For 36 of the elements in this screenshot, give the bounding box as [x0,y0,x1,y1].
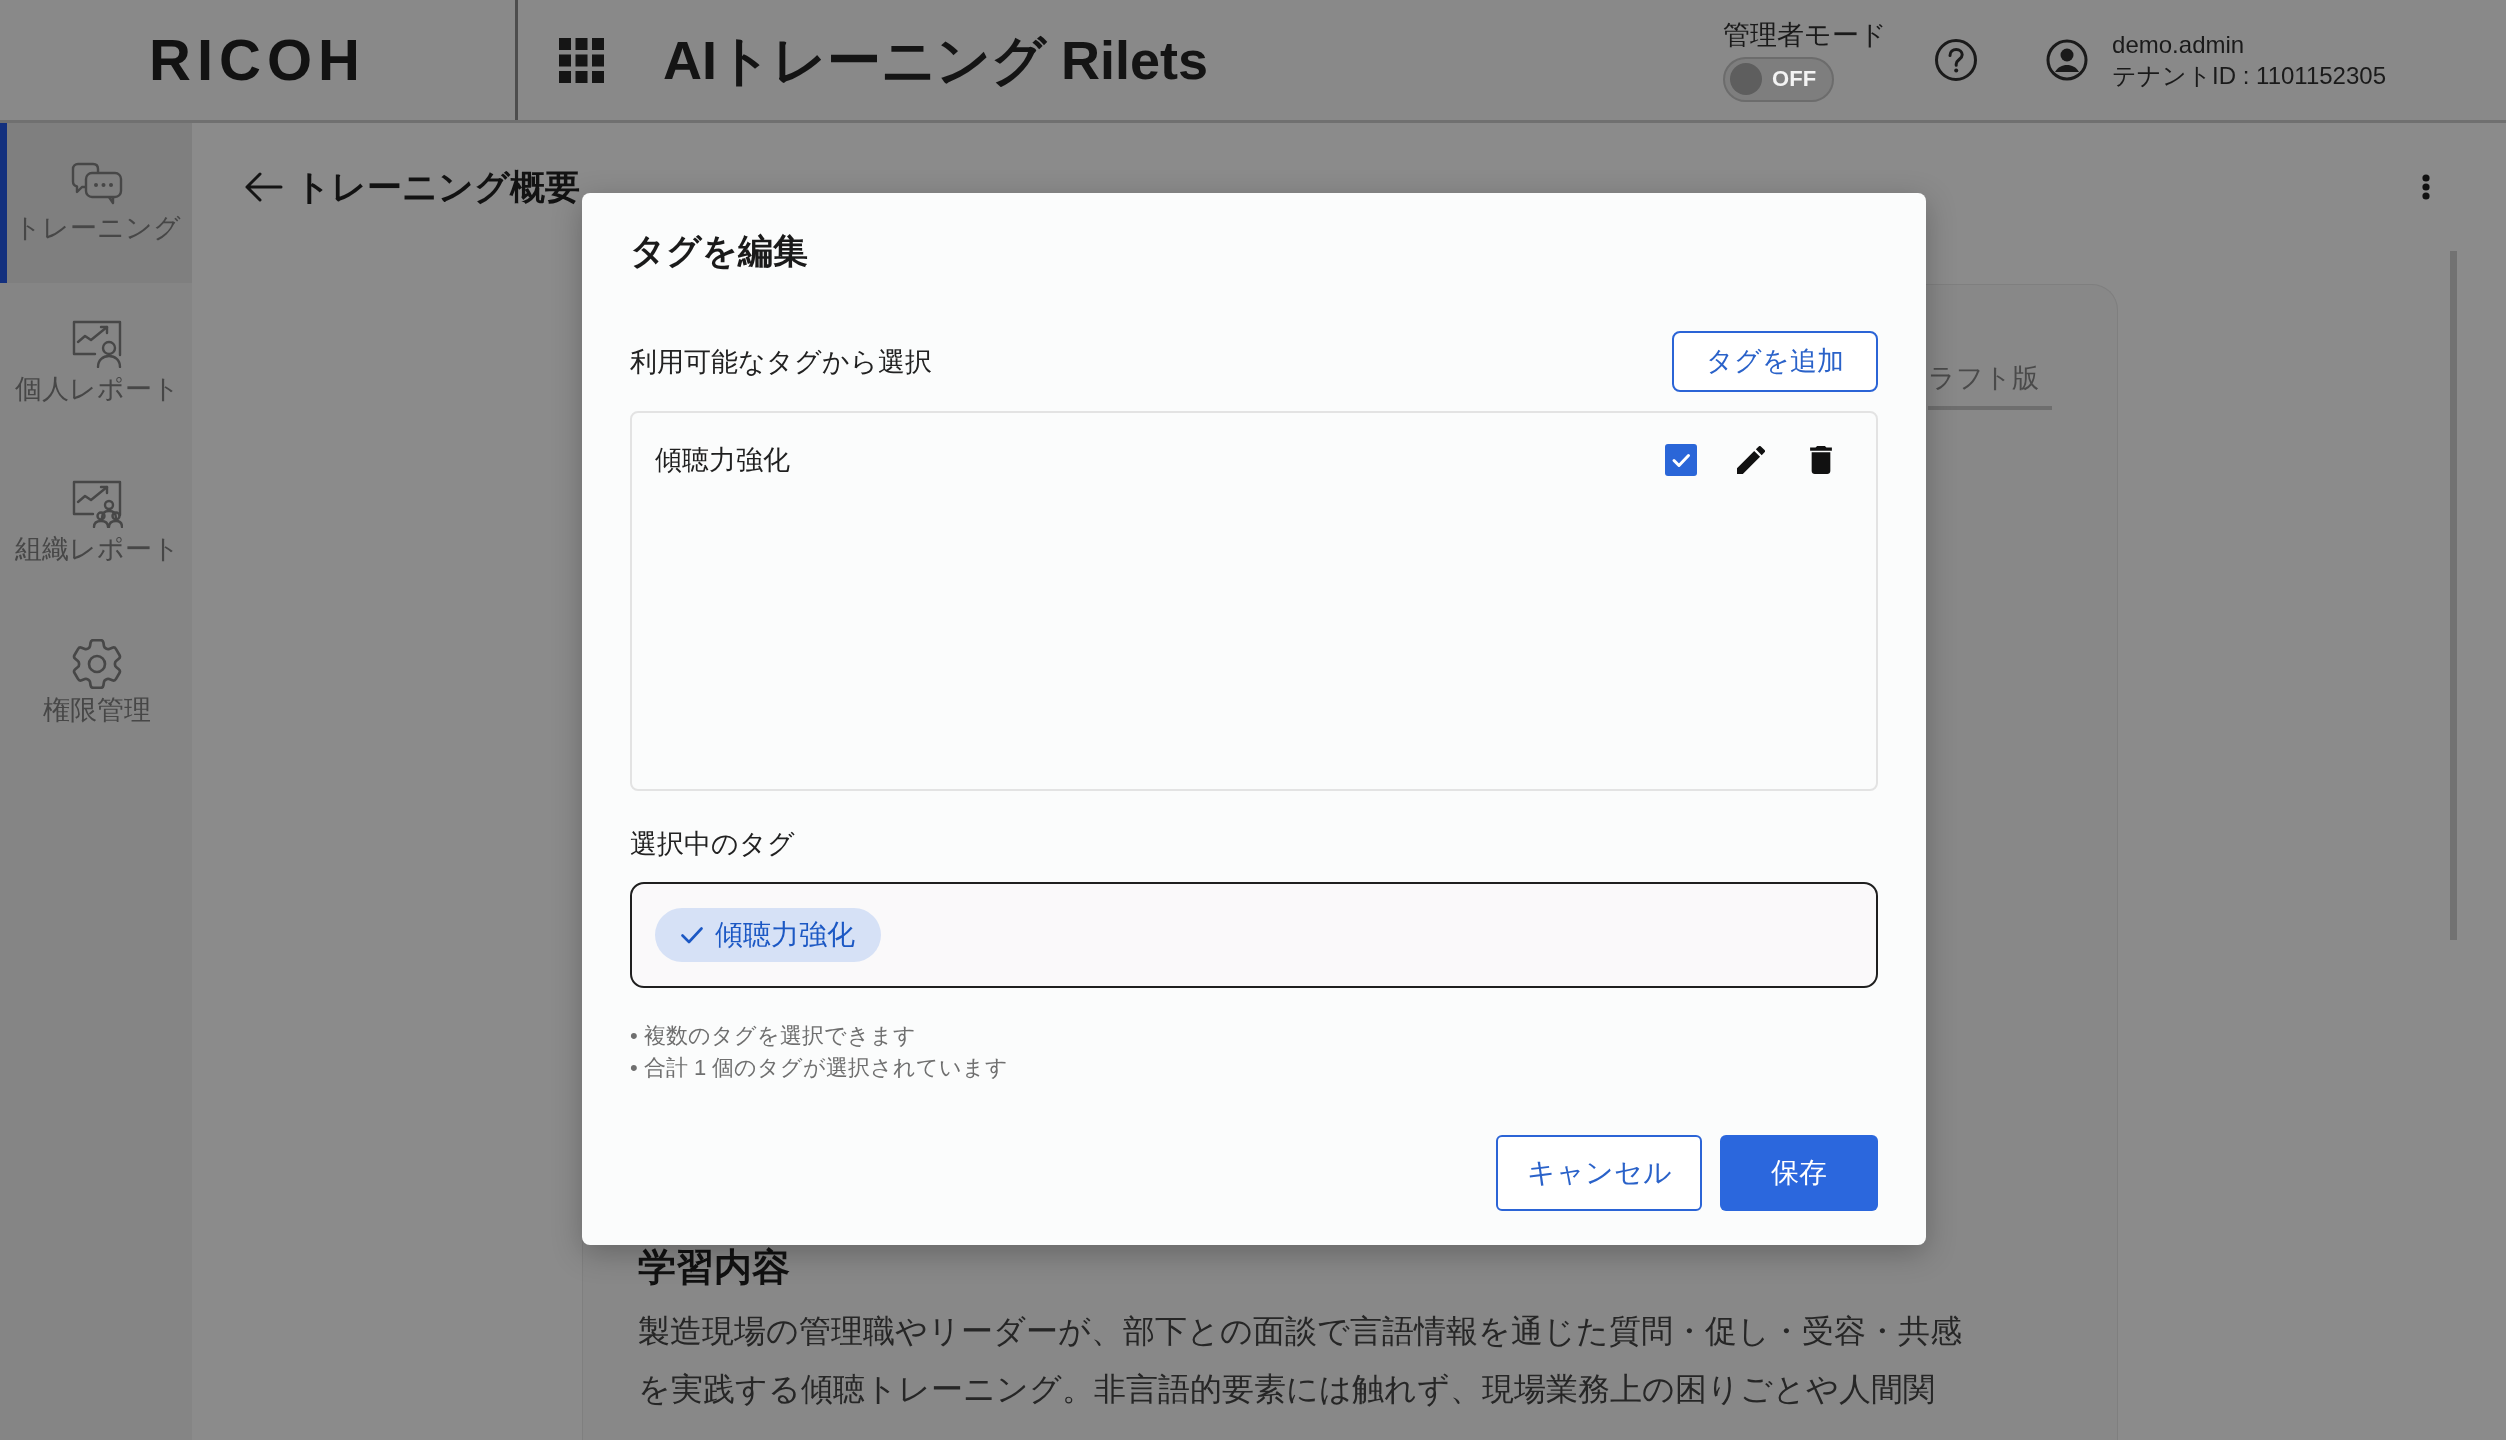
more-options-icon[interactable] [2422,174,2430,200]
section-heading: 学習内容 [638,1247,791,1287]
sidebar-item[interactable]: トレーニング [0,123,192,283]
sidebar-item[interactable]: 権限管理 [0,603,192,763]
dialog-title: タグを編集 [630,231,809,271]
page-title: トレーニング概要 [295,166,580,208]
available-tags-label: 利用可能なタグから選択 [630,345,932,378]
app-title: AIトレーニング Rilets [663,33,1209,87]
section-description: 製造現場の管理職やリーダーが、部下との面談で言語情報を通じた質問・促し・受容・共感を実践する傾聴トレーニング。非言語的要素には触れず、現場業務上の困りごとや人間関 [638,1312,1963,1409]
admin-mode-label: 管理者モード [1723,18,1888,51]
user-account-icon[interactable] [2046,39,2089,81]
pencil-edit-icon[interactable] [1737,446,1765,474]
hint-text: • 合計 1 個のタグが選択されています [630,1054,1010,1082]
cancel-button[interactable]: キャンセル [1496,1135,1702,1211]
chat-bubbles-icon [71,161,123,207]
chart-group-icon [71,480,123,528]
sidebar-item[interactable]: 個人レポート [0,283,192,443]
hint-text: • 複数のタグを選択できます [630,1022,917,1050]
selected-tag-chip[interactable]: 傾聴力強化 [655,908,881,962]
add-tag-button[interactable]: タグを追加 [1672,331,1878,392]
help-icon[interactable] [1934,38,1979,82]
admin-mode-toggle[interactable]: OFF [1723,56,1835,102]
user-name: demo.admin [2112,30,2246,60]
trash-delete-icon[interactable] [1810,446,1832,474]
sidebar-item[interactable]: 組織レポート [0,443,192,603]
tenant-id: テナントID : 1101152305 [2112,61,2386,91]
selected-tags-label: 選択中のタグ [630,828,796,860]
save-button[interactable]: 保存 [1720,1135,1878,1211]
tag-name: 傾聴力強化 [655,444,790,476]
tag-checkbox[interactable] [1665,444,1697,476]
app-grid-icon[interactable] [559,37,604,83]
gear-icon [72,639,122,689]
check-icon [681,926,703,944]
brand-logo: RICOH [149,31,366,89]
back-arrow-icon[interactable] [243,171,283,203]
chart-person-icon [71,320,123,368]
